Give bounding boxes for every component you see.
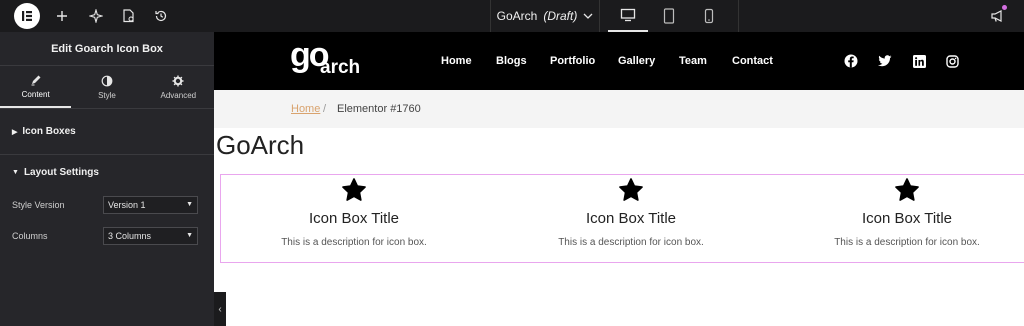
elementor-logo-button[interactable] — [14, 3, 40, 29]
sparkle-icon — [89, 9, 103, 23]
icon-box-title: Icon Box Title — [585, 210, 677, 227]
desktop-view-button[interactable] — [608, 0, 648, 32]
icon-box-item[interactable]: Icon Box Title This is a description for… — [511, 175, 751, 264]
linkedin-icon — [912, 54, 926, 68]
plus-icon — [57, 11, 67, 21]
chevron-down-icon — [583, 13, 593, 19]
field-columns: Columns 3 Columns ▼ — [0, 220, 214, 251]
nav-contact[interactable]: Contact — [732, 32, 773, 90]
dropdown-arrow-icon: ▼ — [186, 201, 193, 208]
icon-box-description: This is a description for icon box. — [558, 237, 704, 248]
half-circle-icon — [101, 75, 113, 86]
breadcrumb: Home / Elementor #1760 — [214, 90, 1024, 128]
tablet-view-button[interactable] — [649, 0, 689, 32]
chevron-left-icon: ‹ — [218, 303, 222, 315]
desktop-icon — [620, 8, 636, 22]
nav-home[interactable]: Home — [441, 32, 472, 90]
breadcrumb-home-link[interactable]: Home — [291, 103, 320, 115]
icon-box-widget[interactable]: Icon Box Title This is a description for… — [220, 174, 1024, 263]
style-version-value: Version 1 — [108, 199, 146, 210]
logo-text-arch: arch — [320, 57, 361, 78]
toolbar-divider — [738, 0, 739, 32]
pencil-icon — [31, 75, 41, 85]
preview-canvas: go arch Home Blogs Portfolio Gallery Tea… — [214, 32, 1024, 326]
tab-advanced[interactable]: Advanced — [143, 66, 214, 108]
columns-value: 3 Columns — [108, 230, 152, 241]
section-layout-settings-label: Layout Settings — [23, 166, 99, 178]
star-icon — [619, 178, 643, 201]
field-columns-label: Columns — [12, 230, 48, 241]
nav-blogs[interactable]: Blogs — [496, 32, 527, 90]
nav-portfolio[interactable]: Portfolio — [550, 32, 595, 90]
instagram-link[interactable] — [944, 53, 960, 69]
icon-box-description: This is a description for icon box. — [834, 237, 980, 248]
site-logo[interactable]: go arch — [290, 36, 370, 82]
document-name: GoArch — [496, 9, 538, 23]
field-style-version-label: Style Version — [12, 199, 65, 210]
tablet-icon — [663, 8, 675, 24]
facebook-icon — [844, 54, 858, 68]
star-icon — [895, 178, 919, 201]
tab-content[interactable]: Content — [0, 66, 72, 108]
mobile-view-button[interactable] — [689, 0, 729, 32]
icon-box-item[interactable]: Icon Box Title This is a description for… — [787, 175, 1024, 264]
document-status: (Draft) — [543, 9, 578, 23]
tab-style-label: Style — [98, 90, 116, 100]
section-icon-boxes-label: Icon Boxes — [22, 126, 76, 137]
icon-box-title: Icon Box Title — [308, 210, 400, 227]
icon-box-description: This is a description for icon box. — [281, 237, 427, 248]
section-layout-settings[interactable]: ▼ Layout Settings — [0, 155, 214, 189]
site-header: go arch Home Blogs Portfolio Gallery Tea… — [214, 32, 1024, 90]
caret-right-icon: ▶ — [12, 128, 18, 136]
panel-title: Edit Goarch Icon Box — [0, 32, 214, 66]
dropdown-arrow-icon: ▼ — [186, 232, 193, 239]
linkedin-link[interactable] — [911, 53, 927, 69]
editor-panel: Edit Goarch Icon Box Content Style Advan… — [0, 32, 214, 326]
gear-icon — [172, 75, 184, 86]
history-button[interactable] — [151, 0, 171, 32]
facebook-link[interactable] — [843, 53, 859, 69]
icon-box-item[interactable]: Icon Box Title This is a description for… — [234, 175, 474, 264]
mobile-icon — [704, 8, 714, 24]
page-title: GoArch — [216, 130, 305, 160]
notification-badge — [1002, 5, 1007, 10]
instagram-icon — [945, 54, 959, 68]
document-title-dropdown[interactable]: GoArch (Draft) — [490, 0, 600, 32]
history-icon — [155, 10, 167, 22]
document-settings-icon — [122, 9, 134, 23]
collapse-panel-button[interactable]: ‹ — [214, 292, 226, 326]
twitter-icon — [878, 55, 892, 67]
panel-tabs: Content Style Advanced — [0, 66, 214, 109]
icon-box-title: Icon Box Title — [861, 210, 953, 227]
tab-advanced-label: Advanced — [160, 90, 197, 100]
nav-gallery[interactable]: Gallery — [618, 32, 655, 90]
nav-team[interactable]: Team — [679, 32, 707, 90]
page-settings-button[interactable] — [118, 0, 138, 32]
field-style-version: Style Version Version 1 ▼ — [0, 189, 214, 220]
editor-top-bar: GoArch (Draft) — [0, 0, 1024, 32]
ai-button[interactable] — [86, 0, 106, 32]
megaphone-icon — [991, 10, 1002, 22]
breadcrumb-separator: / — [323, 103, 327, 115]
style-version-select[interactable]: Version 1 ▼ — [103, 195, 198, 214]
caret-down-icon: ▼ — [12, 168, 19, 176]
section-icon-boxes[interactable]: ▶ Icon Boxes — [0, 109, 214, 155]
elementor-logo-icon — [22, 11, 32, 21]
add-element-button[interactable] — [52, 0, 72, 32]
breadcrumb-current: Elementor #1760 — [337, 103, 421, 115]
tab-style[interactable]: Style — [71, 66, 142, 108]
twitter-link[interactable] — [877, 53, 893, 69]
star-icon — [342, 178, 366, 201]
tab-content-label: Content — [21, 89, 50, 99]
columns-select[interactable]: 3 Columns ▼ — [103, 226, 198, 245]
